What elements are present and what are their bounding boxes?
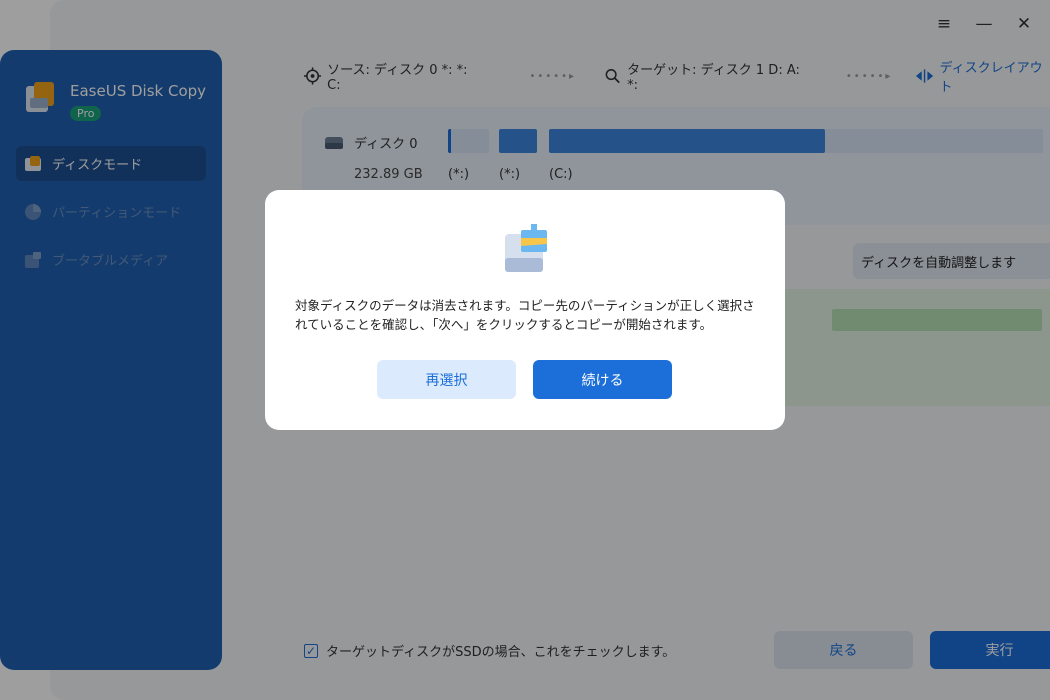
dialog-message: 対象ディスクのデータは消去されます。コピー先のパーティションが正しく選択されてい…	[295, 298, 755, 332]
reselect-button[interactable]: 再選択	[377, 360, 516, 399]
continue-button[interactable]: 続ける	[533, 360, 672, 399]
disk-erase-icon	[505, 224, 547, 272]
confirm-dialog: 対象ディスクのデータは消去されます。コピー先のパーティションが正しく選択されてい…	[265, 190, 785, 430]
